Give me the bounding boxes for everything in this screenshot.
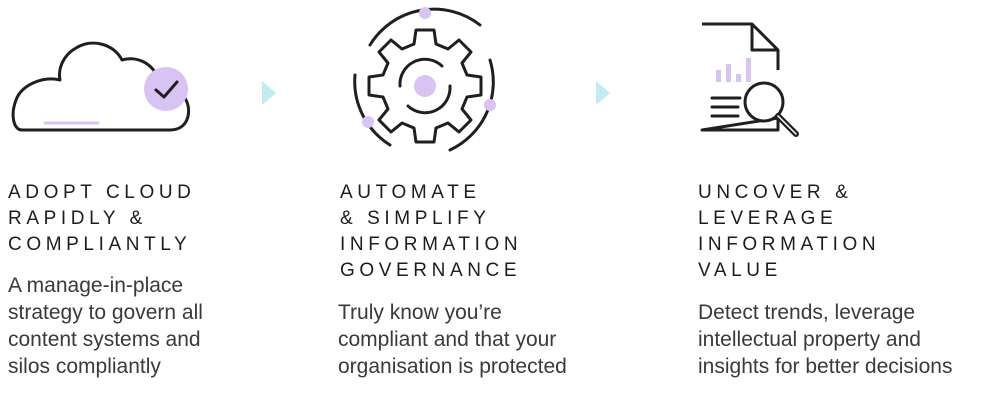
arrow-icon (596, 81, 610, 105)
desc-line: Detect trends, leverage (698, 301, 916, 324)
heading-line: & SIMPLIFY (340, 208, 491, 229)
document-search-icon (690, 0, 990, 165)
step-description: A manage-in-place strategy to govern all… (8, 272, 298, 380)
desc-line: compliant and that your (338, 328, 557, 351)
heading-line: INFORMATION (698, 234, 881, 255)
heading-line: ADOPT CLOUD (8, 182, 196, 203)
desc-line: insights for better decisions (698, 355, 953, 378)
heading-line: INFORMATION (340, 234, 523, 255)
step-automate: AUTOMATE & SIMPLIFY INFORMATION GOVERNAN… (330, 0, 630, 395)
step-uncover: UNCOVER & LEVERAGE INFORMATION VALUE Det… (690, 0, 990, 395)
step-heading: UNCOVER & LEVERAGE INFORMATION VALUE (698, 180, 958, 284)
desc-line: intellectual property and (698, 328, 921, 351)
cloud-check-icon (0, 0, 300, 165)
gear-icon (330, 0, 630, 165)
desc-line: silos compliantly (8, 355, 161, 378)
desc-line: A manage-in-place (8, 274, 184, 297)
desc-line: organisation is protected (338, 355, 567, 378)
heading-line: GOVERNANCE (340, 260, 522, 281)
step-description: Truly know you’re compliant and that you… (338, 299, 628, 380)
step-heading: ADOPT CLOUD RAPIDLY & COMPLIANTLY (8, 180, 268, 258)
heading-line: VALUE (698, 260, 782, 281)
heading-line: COMPLIANTLY (8, 234, 192, 255)
desc-line: content systems and (8, 328, 201, 351)
heading-line: UNCOVER & (698, 182, 853, 203)
desc-line: Truly know you’re (338, 301, 502, 324)
arrow-icon (262, 81, 276, 105)
step-heading: AUTOMATE & SIMPLIFY INFORMATION GOVERNAN… (340, 180, 600, 284)
heading-line: RAPIDLY & (8, 208, 147, 229)
desc-line: strategy to govern all (8, 301, 203, 324)
heading-line: LEVERAGE (698, 208, 838, 229)
step-description: Detect trends, leverage intellectual pro… (698, 299, 988, 380)
step-adopt-cloud: ADOPT CLOUD RAPIDLY & COMPLIANTLY A mana… (0, 0, 300, 395)
heading-line: AUTOMATE (340, 182, 481, 203)
